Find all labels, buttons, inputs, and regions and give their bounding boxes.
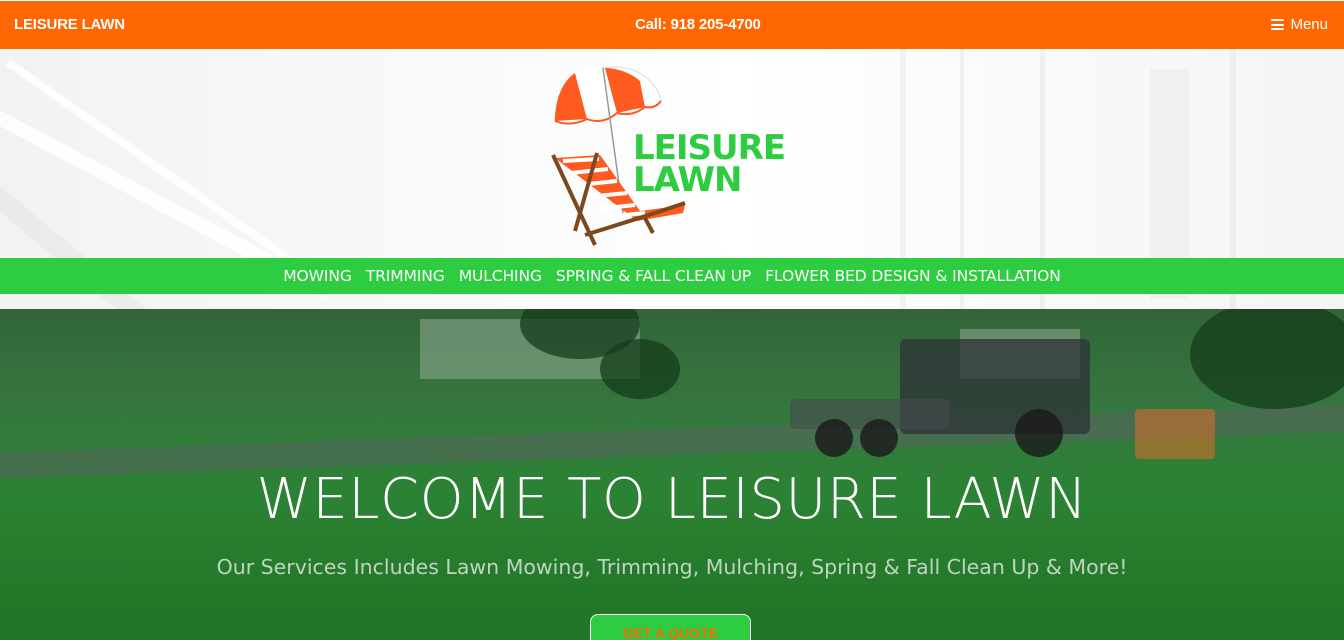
phone-number-link[interactable]: Call: 918 205-4700 xyxy=(635,16,761,33)
hero-background-wheel xyxy=(860,419,898,457)
hero-background-tree xyxy=(1190,309,1344,409)
hero-title: WELCOME TO LEISURE LAWN xyxy=(256,467,1088,532)
nav-item-flower-bed-design[interactable]: FLOWER BED DESIGN & INSTALLATION xyxy=(765,267,1061,285)
nav-item-trimming[interactable]: TRIMMING xyxy=(366,267,445,285)
logo-line2: LAWN xyxy=(633,160,741,200)
menu-label: Menu xyxy=(1290,16,1328,33)
hero-background-wheel xyxy=(815,419,853,457)
nav-item-mulching[interactable]: MULCHING xyxy=(459,267,542,285)
hamburger-icon xyxy=(1271,19,1285,30)
nav-item-mowing[interactable]: MOWING xyxy=(283,267,352,285)
site-brand-link[interactable]: LEISURE LAWN xyxy=(14,16,125,33)
services-nav: MOWING TRIMMING MULCHING SPRING & FALL C… xyxy=(0,258,1344,294)
hero-subtitle: Our Services Includes Lawn Mowing, Trimm… xyxy=(216,555,1128,579)
menu-button[interactable]: Menu xyxy=(1271,16,1328,33)
hero-background-wheel xyxy=(1015,409,1063,457)
top-bar: LEISURE LAWN Call: 918 205-4700 Menu xyxy=(0,0,1344,49)
nav-item-spring-fall-clean-up[interactable]: SPRING & FALL CLEAN UP xyxy=(556,267,751,285)
leisure-lawn-logo[interactable]: LEISURE LAWN xyxy=(545,63,805,248)
hero-background-mower xyxy=(1135,409,1215,459)
hero-section: WELCOME TO LEISURE LAWN Our Services Inc… xyxy=(0,309,1344,640)
get-quote-button[interactable]: GET A QUOTE xyxy=(590,614,751,640)
hero-background-tree xyxy=(600,339,680,399)
